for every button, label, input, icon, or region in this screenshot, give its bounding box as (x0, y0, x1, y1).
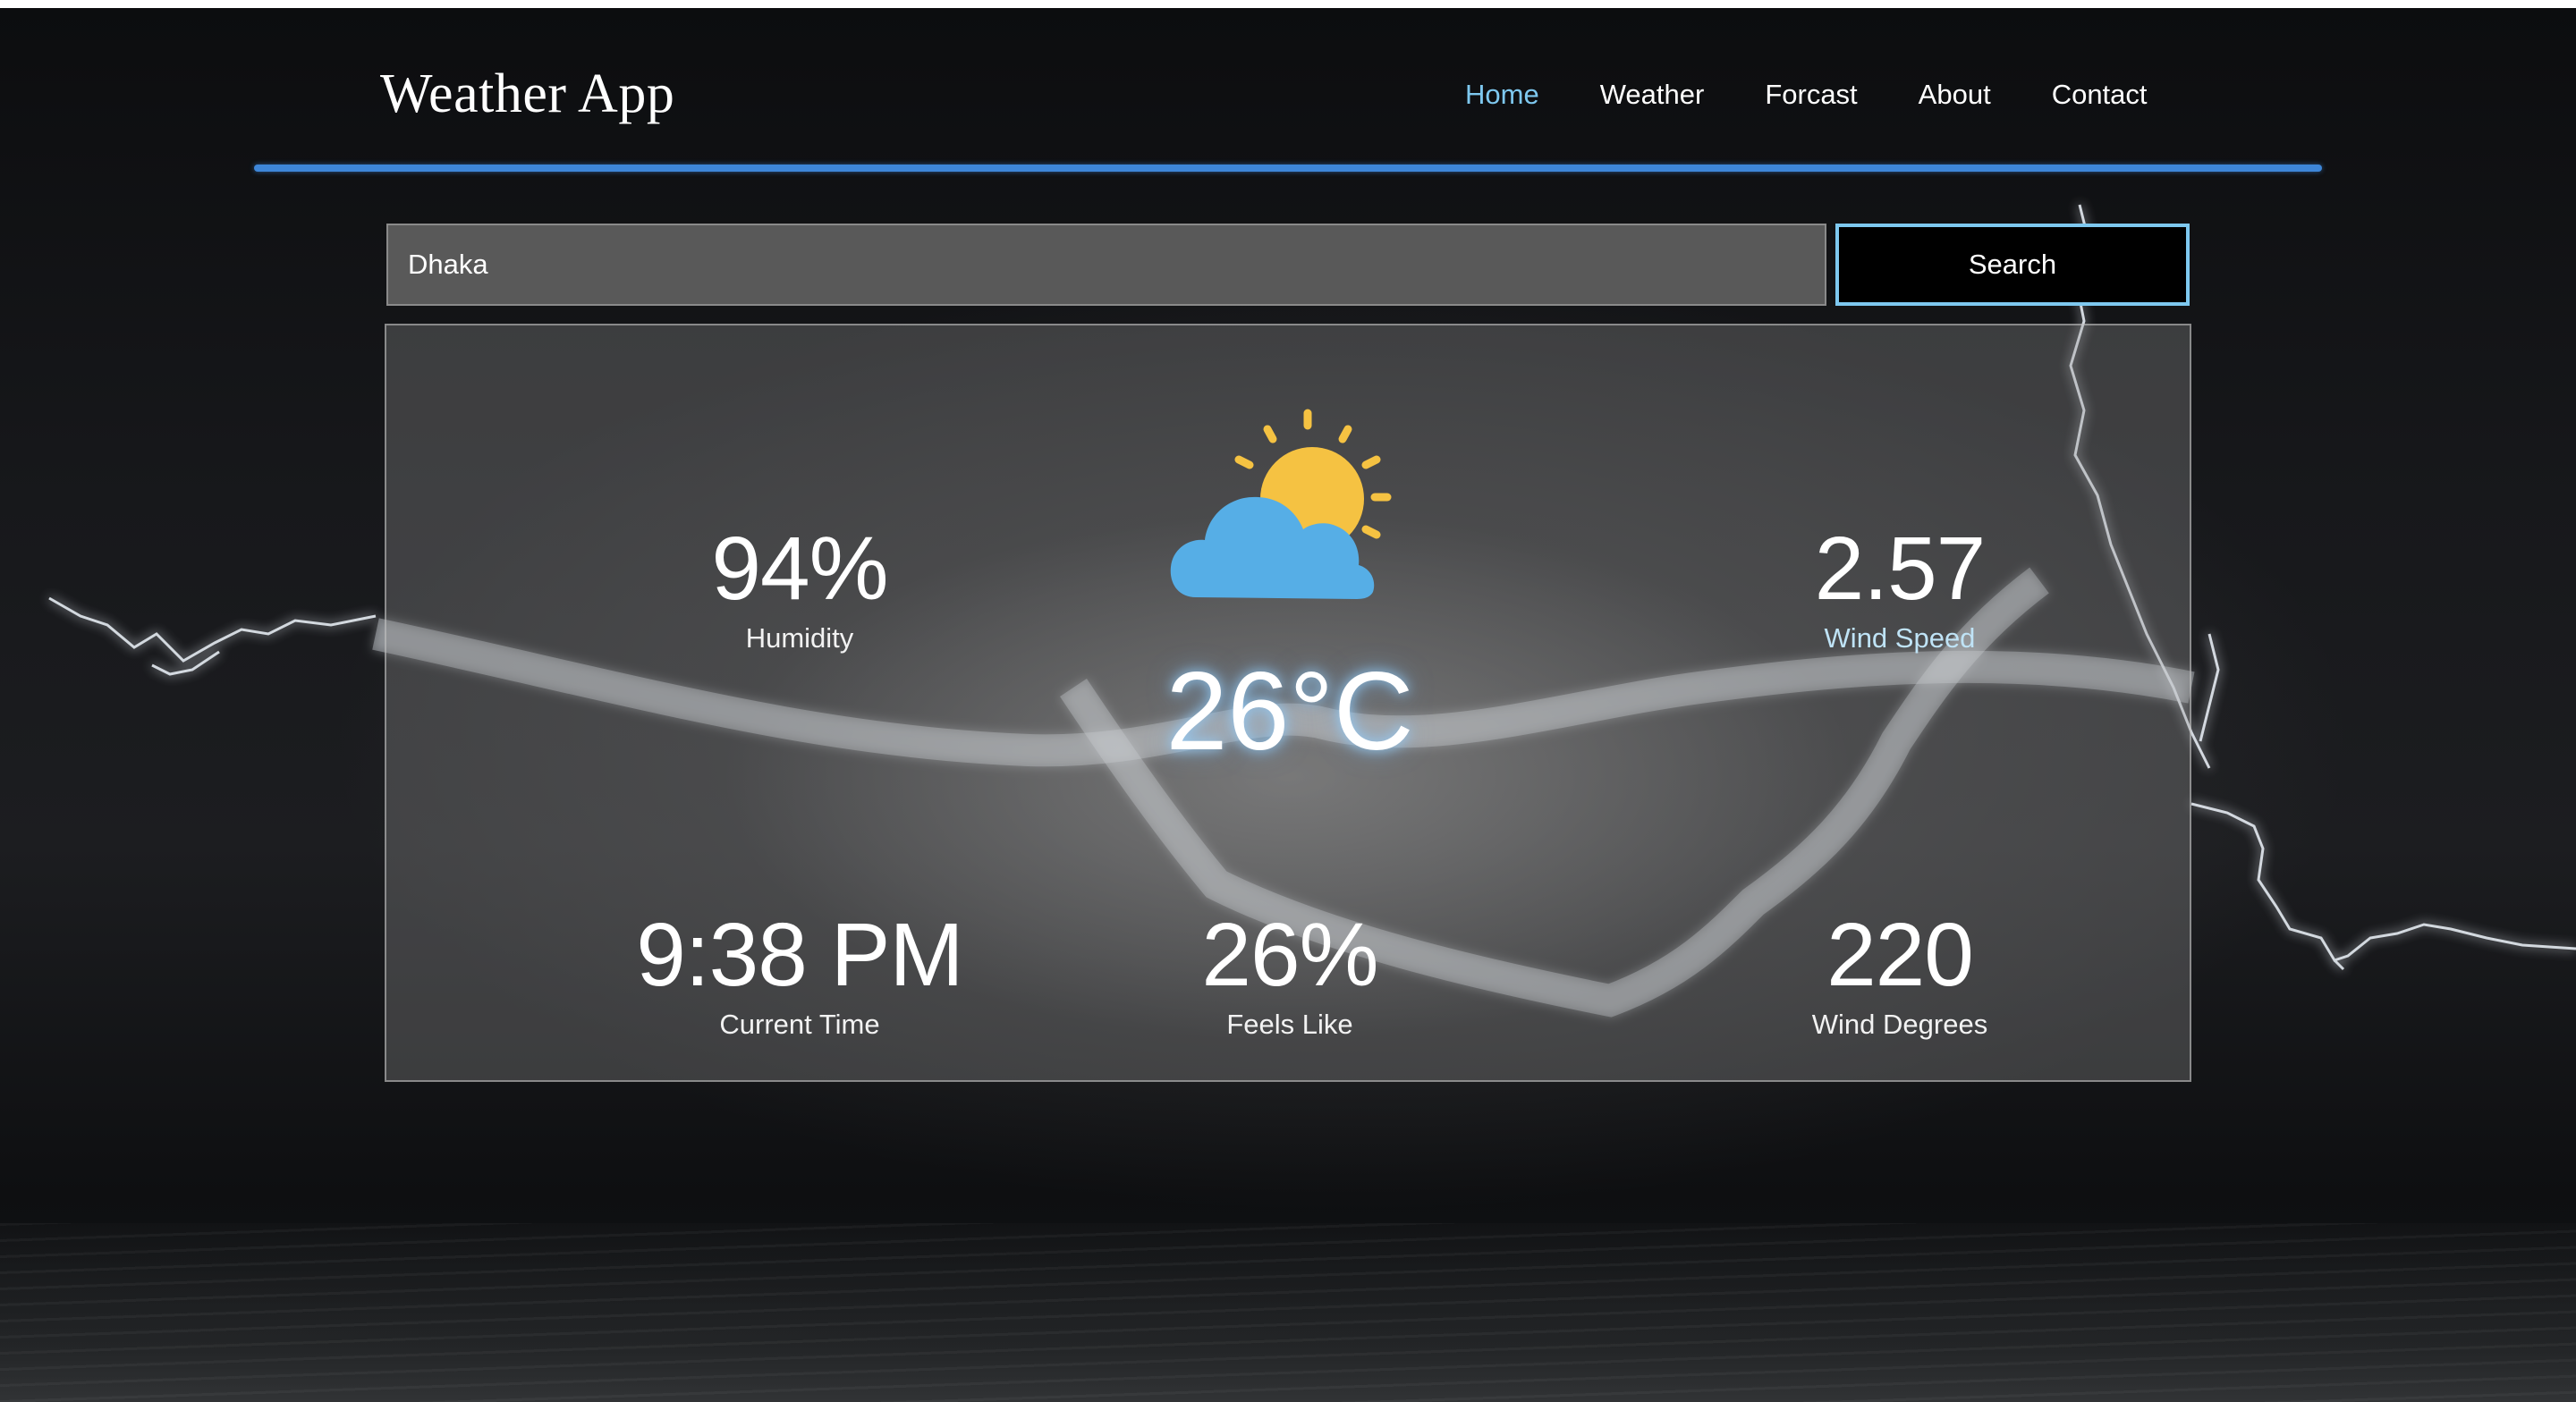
app-logo-title[interactable]: Weather App (380, 63, 674, 126)
main-navigation: Home Weather Forcast About Contact (1465, 79, 2148, 111)
current-time-label: Current Time (719, 1009, 880, 1040)
feels-like-stat: 26% Feels Like (1021, 910, 1558, 1041)
nav-home-link[interactable]: Home (1465, 79, 1539, 111)
feels-like-value: 26% (1201, 905, 1378, 1005)
wind-speed-value: 2.57 (1814, 519, 1987, 619)
weather-card: 94% Humidity 26°C 2.57 Wind Speed 9:38 P… (385, 324, 2191, 1082)
humidity-stat: 94% Humidity (531, 524, 1068, 655)
header-divider (254, 165, 2322, 172)
city-search-input[interactable] (386, 224, 1826, 306)
search-button[interactable]: Search (1835, 224, 2190, 306)
partly-cloudy-day-icon (1170, 409, 1392, 599)
wind-degrees-stat: 220 Wind Degrees (1631, 910, 2168, 1041)
temperature-value: 26°C (1165, 650, 1414, 773)
feels-like-label: Feels Like (1226, 1009, 1353, 1040)
wind-degrees-label: Wind Degrees (1811, 1009, 1988, 1040)
nav-about-link[interactable]: About (1919, 79, 1991, 111)
current-time-value: 9:38 PM (636, 905, 963, 1005)
nav-forcast-link[interactable]: Forcast (1765, 79, 1857, 111)
wind-speed-label: Wind Speed (1824, 622, 1976, 654)
wind-degrees-value: 220 (1826, 905, 1974, 1005)
current-time-stat: 9:38 PM Current Time (531, 910, 1068, 1041)
nav-weather-link[interactable]: Weather (1600, 79, 1705, 111)
sea-horizon (0, 1223, 2576, 1402)
wind-speed-stat: 2.57 Wind Speed (1631, 524, 2168, 655)
humidity-label: Humidity (745, 622, 854, 654)
nav-contact-link[interactable]: Contact (2052, 79, 2148, 111)
humidity-value: 94% (711, 519, 888, 619)
